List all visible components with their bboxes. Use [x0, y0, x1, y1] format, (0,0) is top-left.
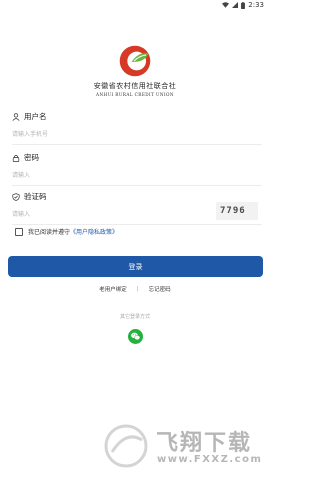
password-input[interactable]: 请输入 — [12, 170, 262, 180]
forgot-password-link[interactable]: 忘记密码 — [149, 285, 171, 293]
battery-icon — [241, 1, 246, 9]
watermark: 飞翔下载 www.FXXZ.com — [102, 420, 262, 475]
org-name-en: ANHUI RURAL CREDIT UNION — [96, 92, 174, 97]
username-label: 用户名 — [24, 112, 47, 121]
status-bar: 2:33 — [0, 0, 270, 12]
links-separator: | — [136, 286, 139, 292]
captcha-underline — [12, 224, 262, 225]
user-icon — [12, 112, 20, 121]
status-icons: 2:33 — [222, 1, 264, 9]
signal-icon — [232, 2, 239, 8]
watermark-logo-icon — [104, 424, 148, 468]
wifi-icon — [222, 2, 230, 8]
agreement-text: 我已阅读并遵守 — [28, 229, 71, 236]
wechat-login-button[interactable] — [128, 329, 143, 344]
captcha-label-row: 验证码 — [12, 191, 262, 202]
username-underline — [12, 144, 262, 145]
bank-logo-icon — [119, 45, 151, 77]
wechat-icon — [131, 332, 141, 341]
app-logo-wrap — [0, 44, 270, 78]
org-name-cn: 安徽省农村信用社联合社 — [93, 82, 177, 90]
captcha-image[interactable]: 7796 — [216, 202, 258, 220]
lock-icon — [12, 154, 20, 162]
status-time: 2:33 — [248, 1, 264, 9]
bind-old-user-link[interactable]: 老用户绑定 — [99, 285, 127, 293]
privacy-policy-link[interactable]: 《用户隐私政策》 — [70, 227, 118, 236]
username-input[interactable]: 请输入手机号 — [12, 129, 262, 139]
password-underline — [12, 185, 262, 186]
login-button[interactable]: 登录 — [8, 256, 263, 277]
captcha-code: 7796 — [220, 206, 246, 216]
agreement-checkbox[interactable] — [15, 227, 23, 236]
password-field: 密码 请输入 — [12, 152, 262, 186]
account-links: 老用户绑定 | 忘记密码 — [0, 285, 270, 293]
other-login-label: 其它登录方式 — [119, 314, 150, 320]
username-label-row: 用户名 — [12, 111, 262, 122]
shield-check-icon — [12, 192, 20, 201]
watermark-cn: 飞翔下载 — [156, 431, 253, 456]
captcha-label: 验证码 — [24, 192, 47, 201]
watermark-en: www.FXXZ.com — [157, 454, 263, 465]
password-label: 密码 — [24, 153, 39, 162]
username-field: 用户名 请输入手机号 — [12, 111, 262, 145]
agreement-row: 我已阅读并遵守 《用户隐私政策》 — [15, 227, 118, 236]
password-label-row: 密码 — [12, 152, 262, 163]
